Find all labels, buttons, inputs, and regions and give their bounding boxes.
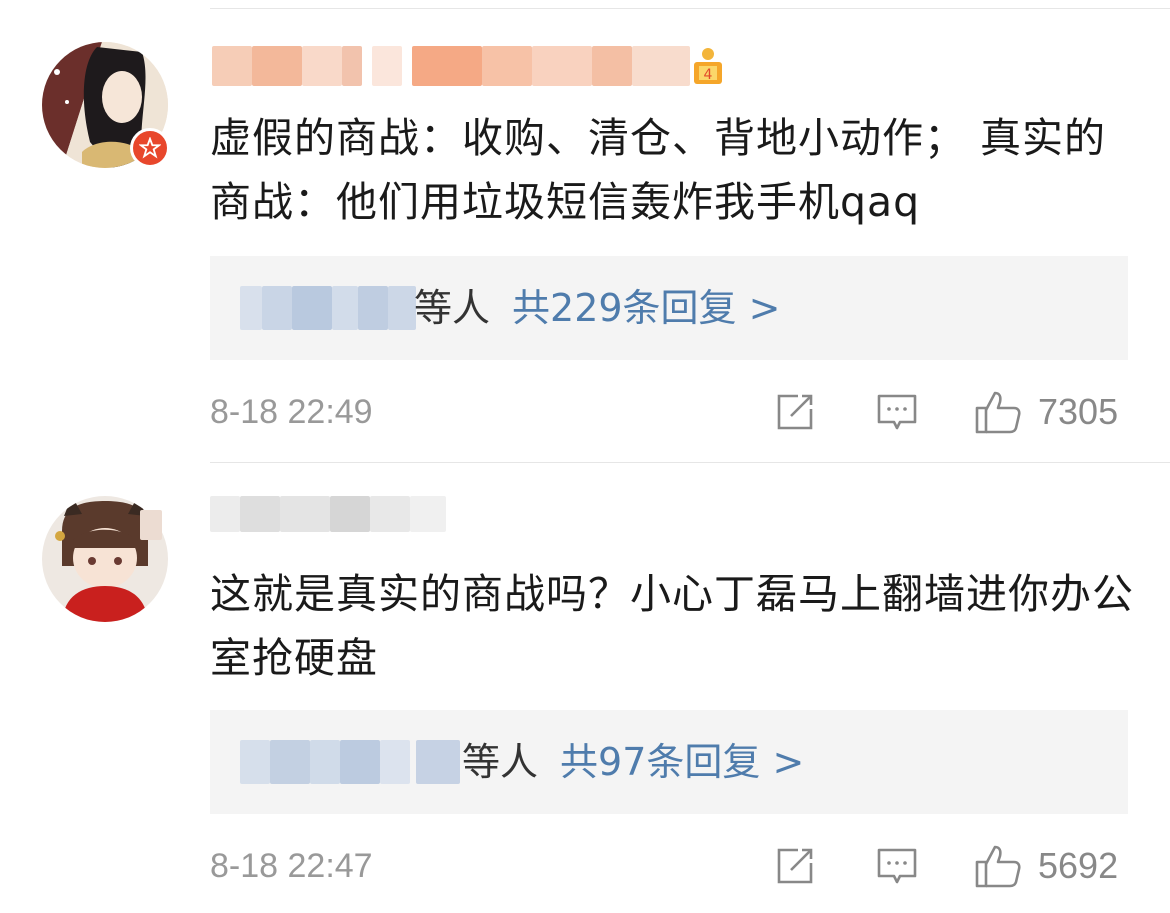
timestamp: 8-18 22:49: [210, 393, 373, 431]
comment-icon: [877, 394, 917, 430]
timestamp: 8-18 22:47: [210, 847, 373, 885]
repost-icon: [777, 394, 813, 430]
verified-star-icon: [130, 128, 170, 168]
comment-button[interactable]: [876, 841, 918, 891]
reply-users-blurred: [240, 286, 416, 330]
reply-summary[interactable]: 等人 共229条回复 >: [414, 256, 780, 360]
comment-icon: [877, 848, 917, 884]
svg-text:4: 4: [704, 67, 713, 83]
comment-button[interactable]: [876, 387, 918, 437]
reply-summary[interactable]: 等人 共97条回复 >: [462, 710, 804, 814]
like-button[interactable]: 5692: [974, 841, 1118, 891]
comment-text: 这就是真实的商战吗？小心丁磊马上翻墙进你办公室抢硬盘: [210, 570, 1134, 682]
comment-item: 这就是真实的商战吗？小心丁磊马上翻墙进你办公室抢硬盘 等人 共97条回复 > 8-…: [0, 462, 1170, 913]
level-trophy-icon: 4: [690, 46, 726, 90]
repost-button[interactable]: [774, 387, 816, 437]
thumbs-up-icon: [975, 391, 1021, 434]
comment-meta: 8-18 22:47 5692: [210, 841, 1128, 891]
reply-suffix: 等人: [462, 740, 539, 784]
username-blurred[interactable]: [210, 496, 446, 532]
avatar-badge-blurred: [140, 510, 162, 540]
reply-preview[interactable]: 等人 共97条回复 >: [210, 710, 1128, 814]
username-blurred[interactable]: [212, 46, 690, 86]
thumbs-up-icon: [975, 845, 1021, 888]
like-count: 5692: [1038, 845, 1119, 886]
comment-meta: 8-18 22:49 7305: [210, 387, 1128, 437]
comment-item: 4 虚假的商战：收购、清仓、背地小动作； 真实的商战：他们用垃圾短信轰炸我手机q…: [0, 0, 1170, 462]
reply-preview[interactable]: 等人 共229条回复 >: [210, 256, 1128, 360]
like-button[interactable]: 7305: [974, 387, 1118, 437]
like-count: 7305: [1038, 391, 1119, 432]
repost-icon: [777, 848, 813, 884]
reply-users-blurred: [240, 740, 460, 784]
reply-suffix: 等人: [414, 286, 491, 330]
repost-button[interactable]: [774, 841, 816, 891]
comment-text: 虚假的商战：收购、清仓、背地小动作； 真实的商战：他们用垃圾短信轰炸我手机qaq: [210, 114, 1107, 226]
reply-count-link[interactable]: 共97条回复 >: [560, 740, 804, 784]
reply-count-link[interactable]: 共229条回复 >: [512, 286, 780, 330]
